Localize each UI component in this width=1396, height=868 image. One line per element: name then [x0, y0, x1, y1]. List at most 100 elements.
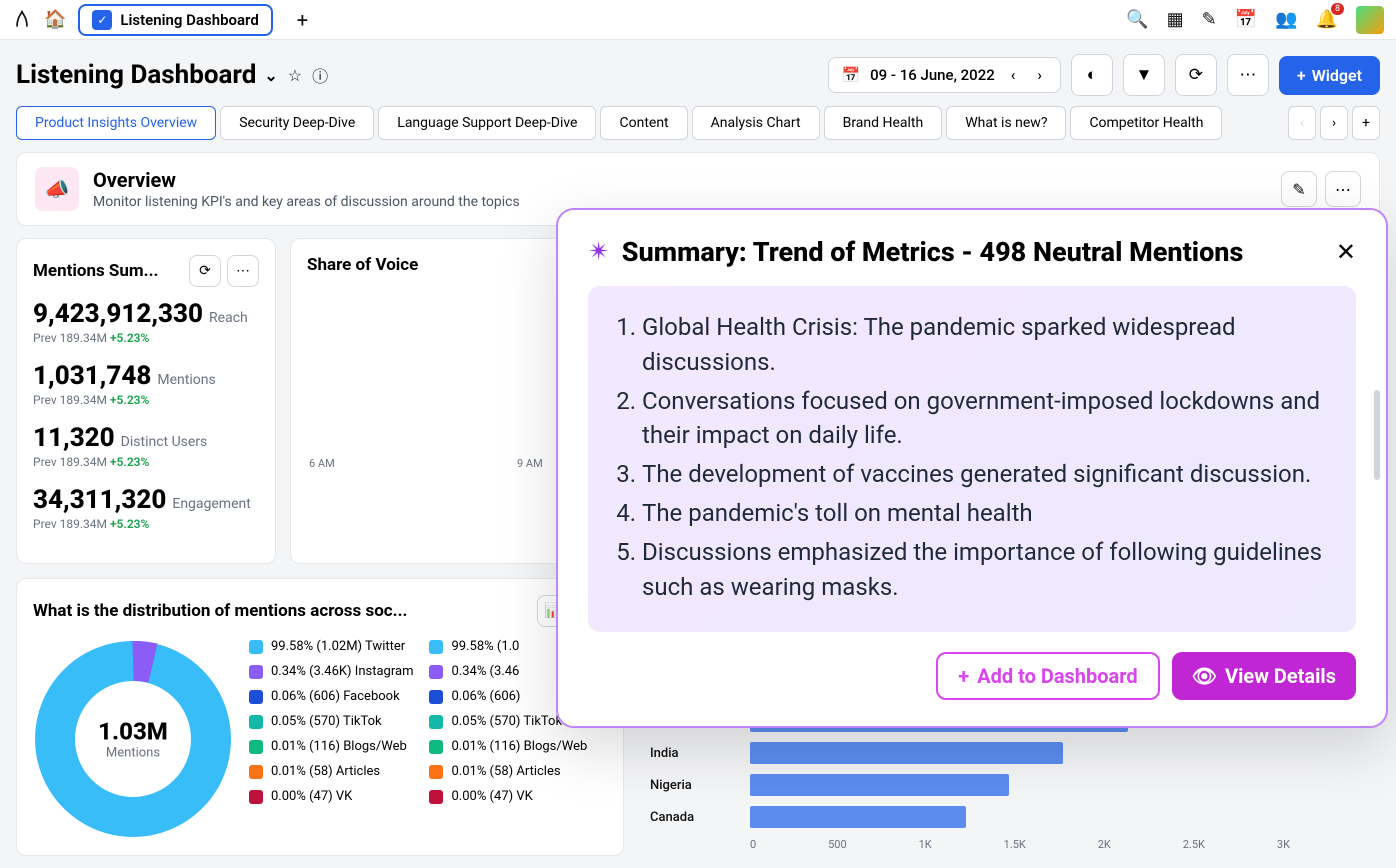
legend-text: 0.01% (116) Blogs/Web [451, 739, 587, 754]
edit-overview-button[interactable]: ✎ [1281, 171, 1317, 207]
legend-swatch [249, 640, 263, 654]
country-bar-fill [750, 806, 966, 828]
tabs-next-icon[interactable]: › [1320, 106, 1348, 140]
star-icon[interactable]: ☆ [288, 66, 302, 85]
people-icon[interactable]: 👥 [1275, 9, 1297, 30]
overview-more-button[interactable]: ⋯ [1325, 171, 1361, 207]
tabs-prev-icon[interactable]: ‹ [1288, 106, 1316, 140]
country-row: Canada [650, 806, 1290, 828]
tab-product-insights[interactable]: Product Insights Overview [16, 106, 216, 140]
page-title[interactable]: Listening Dashboard ⌄ [16, 60, 278, 90]
theme-toggle-button[interactable]: ◐ [1071, 54, 1113, 96]
metric-delta: +5.23% [110, 517, 149, 531]
donut-chart: 1.03M Mentions [33, 639, 233, 839]
view-details-button[interactable]: 👁 View Details [1172, 652, 1356, 700]
tab-analysis[interactable]: Analysis Chart [692, 106, 820, 140]
legend-item: 0.05% (570) TikTok [249, 714, 413, 729]
add-tab-icon[interactable]: + [297, 8, 308, 32]
metric-delta: +5.23% [110, 393, 149, 407]
refresh-mentions-button[interactable]: ⟳ [189, 255, 221, 287]
donut-center: 1.03M Mentions [98, 718, 168, 761]
app-logo[interactable] [12, 10, 32, 30]
legend-swatch [429, 715, 443, 729]
avatar[interactable] [1356, 6, 1384, 34]
legend-text: 0.01% (58) Articles [451, 764, 560, 779]
legend-text: 0.05% (570) TikTok [271, 714, 382, 729]
tab-competitor[interactable]: Competitor Health [1070, 106, 1222, 140]
tab-content[interactable]: Content [600, 106, 687, 140]
legend-text: 99.58% (1.02M) Twitter [271, 639, 405, 654]
add-label: Add to Dashboard [977, 664, 1138, 688]
legend-text: 0.06% (606) [451, 689, 520, 704]
country-tick: 3K [1277, 838, 1290, 851]
bell-icon[interactable]: 🔔8 [1316, 9, 1338, 30]
legend-item: 0.01% (116) Blogs/Web [249, 739, 413, 754]
compose-icon[interactable]: ✎ [1202, 9, 1217, 30]
workspace-tab[interactable]: ✓ Listening Dashboard [78, 4, 272, 36]
apps-icon[interactable]: ▦ [1167, 9, 1184, 30]
metric-item: 11,320Distinct UsersPrev 189.34M +5.23% [33, 423, 259, 469]
country-bar-track [750, 806, 1290, 828]
country-bar-fill [750, 742, 1063, 764]
country-row: India [650, 742, 1290, 764]
overview-subtitle: Monitor listening KPI's and key areas of… [93, 194, 520, 210]
legend-text: 0.34% (3.46 [451, 664, 519, 679]
calendar-icon[interactable]: 📅 [1235, 9, 1257, 30]
filter-button[interactable]: ▼ [1123, 54, 1165, 96]
summary-list: Global Health Crisis: The pandemic spark… [616, 310, 1328, 604]
legend-text: 0.34% (3.46K) Instagram [271, 664, 413, 679]
legend-item: 0.01% (58) Articles [249, 764, 413, 779]
date-range-picker[interactable]: 📅 09 - 16 June, 2022 ‹ › [828, 57, 1060, 93]
megaphone-icon: 📣 [35, 167, 79, 211]
country-tick: 1.5K [1004, 838, 1026, 851]
legend-swatch [429, 640, 443, 654]
prev-date-icon[interactable]: ‹ [1005, 66, 1022, 84]
header-actions: 📅 09 - 16 June, 2022 ‹ › ◐ ▼ ⟳ ⋯ + Widge… [828, 54, 1380, 96]
tab-security[interactable]: Security Deep-Dive [220, 106, 374, 140]
metric-label: Reach [209, 310, 248, 326]
overview-title: Overview [93, 168, 520, 192]
close-icon[interactable]: ✕ [1336, 238, 1356, 266]
tab-brand-health[interactable]: Brand Health [824, 106, 943, 140]
legend-text: 0.01% (58) Articles [271, 764, 380, 779]
overview-actions: ✎ ⋯ [1281, 171, 1361, 207]
legend-text: 0.01% (116) Blogs/Web [271, 739, 407, 754]
legend-swatch [429, 740, 443, 754]
chevron-down-icon[interactable]: ⌄ [264, 66, 277, 85]
top-bar: 🏠 ✓ Listening Dashboard + 🔍 ▦ ✎ 📅 👥 🔔8 [0, 0, 1396, 40]
metric-item: 1,031,748MentionsPrev 189.34M +5.23% [33, 361, 259, 407]
metric-value: 34,311,320 [33, 485, 166, 515]
popup-body: Global Health Crisis: The pandemic spark… [588, 286, 1356, 632]
legend-item: 0.00% (47) VK [249, 789, 413, 804]
next-date-icon[interactable]: › [1031, 66, 1048, 84]
metric-label: Engagement [172, 496, 250, 512]
calendar-small-icon: 📅 [841, 66, 860, 84]
popup-title: Summary: Trend of Metrics - 498 Neutral … [622, 236, 1324, 268]
metric-item: 9,423,912,330ReachPrev 189.34M +5.23% [33, 299, 259, 345]
metric-value: 9,423,912,330 [33, 299, 203, 329]
add-widget-button[interactable]: + Widget [1279, 56, 1380, 95]
legend-swatch [249, 715, 263, 729]
refresh-button[interactable]: ⟳ [1175, 54, 1217, 96]
tab-label: Listening Dashboard [120, 11, 258, 29]
popup-scrollbar[interactable] [1374, 390, 1380, 480]
topbar-right: 🔍 ▦ ✎ 📅 👥 🔔8 [1126, 6, 1384, 34]
dashboard-tabs: Product Insights Overview Security Deep-… [0, 106, 1396, 152]
country-row: Nigeria [650, 774, 1290, 796]
more-button[interactable]: ⋯ [1227, 54, 1269, 96]
mentions-title: Mentions Sum... [33, 261, 158, 281]
page-header: Listening Dashboard ⌄ ☆ ⓘ 📅 09 - 16 June… [0, 40, 1396, 106]
plus-icon: + [1297, 66, 1306, 85]
country-axis: 05001K1.5K2K2.5K3K [750, 838, 1290, 851]
tab-language[interactable]: Language Support Deep-Dive [378, 106, 596, 140]
metric-item: 34,311,320EngagementPrev 189.34M +5.23% [33, 485, 259, 531]
add-to-dashboard-button[interactable]: + Add to Dashboard [936, 652, 1159, 700]
mentions-more-button[interactable]: ⋯ [227, 255, 259, 287]
info-icon[interactable]: ⓘ [312, 63, 328, 87]
search-icon[interactable]: 🔍 [1126, 9, 1148, 30]
overview-text: Overview Monitor listening KPI's and key… [93, 168, 520, 210]
legend-swatch [249, 665, 263, 679]
tab-whats-new[interactable]: What is new? [946, 106, 1066, 140]
home-icon[interactable]: 🏠 [44, 9, 66, 30]
tabs-add-icon[interactable]: + [1352, 106, 1380, 140]
